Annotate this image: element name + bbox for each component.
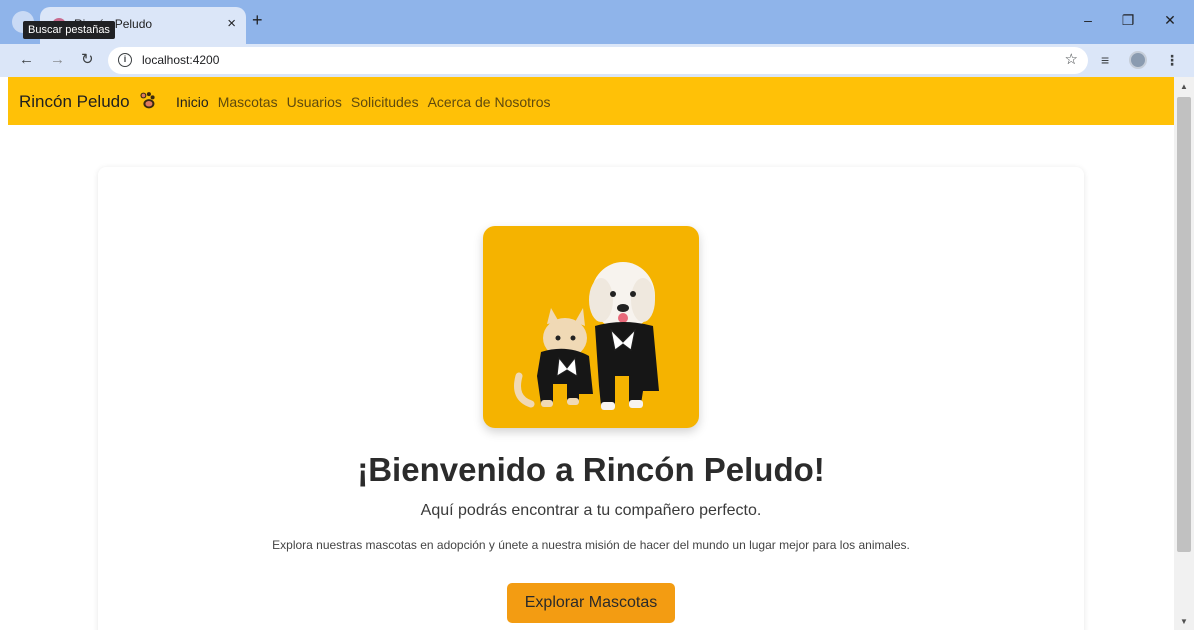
scroll-up-icon[interactable]: ▲ <box>1180 82 1188 91</box>
brand-name[interactable]: Rincón Peludo <box>19 92 130 112</box>
subtitle: Aquí podrás encontrar a tu compañero per… <box>420 502 762 519</box>
close-window-button[interactable]: ✕ <box>1160 11 1180 29</box>
reload-icon[interactable]: ↻ <box>81 51 94 69</box>
address-bar[interactable]: i localhost:4200 ☆ <box>108 47 1088 74</box>
browser-toolbar: ← → ↻ i localhost:4200 ☆ ≡ ⋮ <box>0 44 1194 77</box>
nav-link-mascotas[interactable]: Mascotas <box>218 94 278 110</box>
scroll-down-icon[interactable]: ▼ <box>1180 617 1188 626</box>
scroll-thumb[interactable] <box>1177 97 1191 552</box>
forward-arrow-icon[interactable]: → <box>50 51 65 69</box>
restore-button[interactable]: ❐ <box>1118 11 1138 29</box>
tab-search-tooltip: Buscar pestañas <box>23 21 115 39</box>
page-scrollbar[interactable]: ▲ ▼ <box>1174 77 1194 630</box>
pets-illustration <box>514 262 659 410</box>
page-title: ¡Bienvenido a Rincón Peludo! <box>357 451 825 488</box>
star-icon[interactable]: ☆ <box>1065 51 1078 69</box>
page-viewport: Rincón Peludo Inicio Mascotas Usuarios S… <box>8 77 1174 630</box>
tab-close-icon[interactable]: × <box>227 15 236 33</box>
site-navbar: Rincón Peludo Inicio Mascotas Usuarios S… <box>8 77 1174 125</box>
nav-link-usuarios[interactable]: Usuarios <box>287 94 342 110</box>
url-text: localhost:4200 <box>142 53 220 67</box>
minimize-button[interactable]: – <box>1078 11 1098 29</box>
nav-link-acerca[interactable]: Acerca de Nosotros <box>428 94 551 110</box>
new-tab-button[interactable]: + <box>252 10 263 30</box>
nav-links: Inicio Mascotas Usuarios Solicitudes Ace… <box>176 94 551 110</box>
welcome-card: ¡Bienvenido a Rincón Peludo! Aquí podrás… <box>98 167 1084 630</box>
kebab-menu-icon[interactable]: ⋮ <box>1165 51 1179 69</box>
info-icon[interactable]: i <box>118 53 132 67</box>
browser-tab-strip: Rincón Peludo × + – ❐ ✕ <box>0 0 1194 44</box>
description: Explora nuestras mascotas en adopción y … <box>272 538 910 552</box>
paw-icon <box>140 92 155 109</box>
nav-link-solicitudes[interactable]: Solicitudes <box>351 94 419 110</box>
back-arrow-icon[interactable]: ← <box>19 51 34 69</box>
reading-list-icon[interactable]: ≡ <box>1101 51 1109 69</box>
dog-and-cat-photo <box>483 226 699 428</box>
avatar[interactable] <box>1129 51 1147 69</box>
explore-pets-button[interactable]: Explorar Mascotas <box>507 583 675 623</box>
nav-link-inicio[interactable]: Inicio <box>176 94 209 110</box>
